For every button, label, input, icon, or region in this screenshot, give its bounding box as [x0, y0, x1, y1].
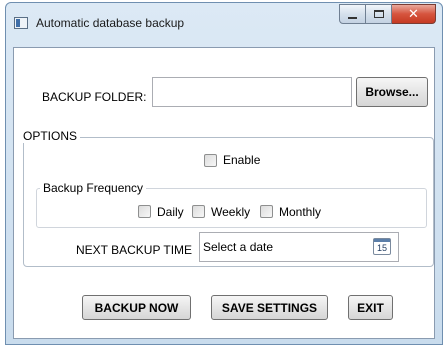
- next-backup-date-picker[interactable]: Select a date 15: [199, 232, 399, 262]
- backup-folder-input[interactable]: [152, 77, 352, 107]
- backup-folder-label: BACKUP FOLDER:: [42, 90, 147, 104]
- monthly-label[interactable]: Monthly: [279, 205, 321, 219]
- app-icon: [14, 17, 28, 29]
- options-legend: OPTIONS: [23, 129, 81, 143]
- save-settings-button[interactable]: SAVE SETTINGS: [211, 295, 328, 320]
- next-backup-time-label: NEXT BACKUP TIME: [76, 243, 193, 257]
- app-window: Automatic database backup ✕ BACKUP FOLDE…: [5, 2, 443, 345]
- close-button[interactable]: ✕: [392, 4, 436, 24]
- minimize-button[interactable]: [339, 4, 366, 24]
- enable-checkbox[interactable]: [204, 154, 217, 167]
- date-placeholder[interactable]: Select a date: [203, 240, 273, 254]
- enable-label[interactable]: Enable: [223, 153, 260, 167]
- browse-button[interactable]: Browse...: [356, 77, 428, 107]
- backup-frequency-legend: Backup Frequency: [40, 181, 147, 195]
- monthly-checkbox[interactable]: [260, 205, 273, 218]
- maximize-icon: [373, 10, 384, 18]
- daily-label[interactable]: Daily: [157, 205, 184, 219]
- title-bar[interactable]: Automatic database backup ✕: [6, 3, 442, 41]
- caption-buttons: ✕: [339, 4, 436, 24]
- calendar-icon[interactable]: 15: [373, 238, 391, 255]
- minimize-icon: [348, 16, 357, 19]
- calendar-day: 15: [376, 243, 387, 253]
- close-icon: ✕: [408, 6, 419, 22]
- weekly-checkbox[interactable]: [192, 205, 205, 218]
- exit-button[interactable]: EXIT: [348, 295, 393, 320]
- daily-checkbox[interactable]: [138, 205, 151, 218]
- window-title: Automatic database backup: [36, 16, 185, 30]
- weekly-label[interactable]: Weekly: [211, 205, 250, 219]
- backup-now-button[interactable]: BACKUP NOW: [82, 295, 191, 320]
- main-panel: BACKUP FOLDER: Browse... OPTIONS Enable …: [13, 47, 435, 339]
- maximize-button[interactable]: [366, 4, 392, 24]
